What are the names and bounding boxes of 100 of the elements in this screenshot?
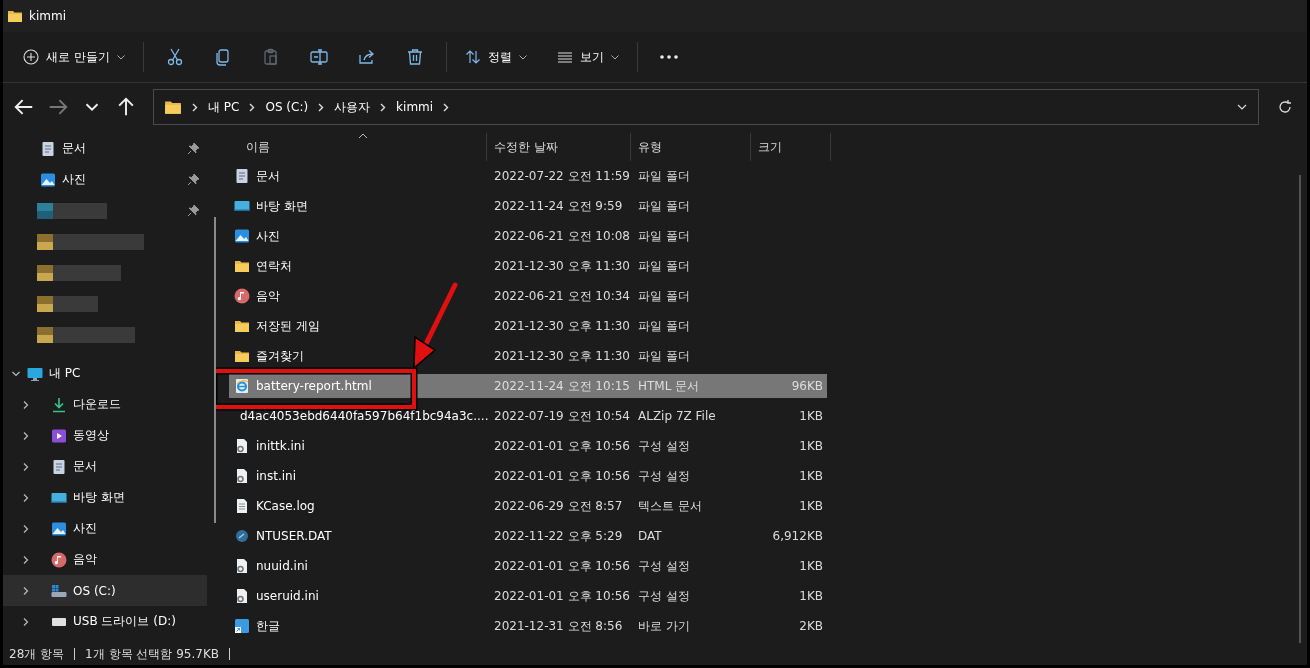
- file-row[interactable]: useruid.ini 2022-01-01 오후 10:56 구성 설정 1KB: [229, 581, 827, 611]
- file-name: NTUSER.DAT: [256, 529, 332, 543]
- sidebar-item[interactable]: 사진: [3, 513, 207, 544]
- blurred-item[interactable]: [37, 202, 107, 219]
- chevron-icon[interactable]: [249, 102, 256, 112]
- size-cell-text: 1KB: [798, 559, 824, 573]
- delete-icon[interactable]: [405, 48, 424, 66]
- sort-button[interactable]: 정렬: [458, 42, 533, 72]
- file-row[interactable]: nuuid.ini 2022-01-01 오후 10:56 구성 설정 1KB: [229, 551, 827, 581]
- expand-chevron-icon[interactable]: [21, 554, 31, 565]
- sidebar-item[interactable]: 내 PC: [3, 358, 207, 389]
- sidebar-item[interactable]: 동영상: [3, 420, 207, 451]
- more-icon[interactable]: [659, 55, 678, 59]
- scrollbar[interactable]: [214, 217, 216, 523]
- file-row[interactable]: inittk.ini 2022-01-01 오후 10:56 구성 설정 1KB: [229, 431, 827, 461]
- file-row[interactable]: inst.ini 2022-01-01 오후 10:56 구성 설정 1KB: [229, 461, 827, 491]
- sidebar-item[interactable]: 문서: [3, 133, 207, 164]
- document-icon: [40, 140, 56, 157]
- sidebar-item[interactable]: USB 드라이브 (D:): [3, 606, 207, 637]
- blurred-item[interactable]: [37, 233, 144, 250]
- breadcrumb-item[interactable]: 내 PC: [208, 98, 240, 116]
- file-row[interactable]: KCase.log 2022-06-29 오전 8:57 텍스트 문서 1KB: [229, 491, 827, 521]
- expand-chevron-icon[interactable]: [21, 430, 31, 441]
- share-icon[interactable]: [357, 48, 376, 66]
- column-header[interactable]: 유형: [631, 133, 751, 161]
- type-cell-text: 파일 폴더: [637, 317, 691, 335]
- expand-chevron-icon[interactable]: [21, 461, 31, 472]
- folder-icon: [234, 348, 250, 364]
- pin-icon[interactable]: [188, 205, 199, 216]
- sidebar-item[interactable]: 사진: [3, 164, 207, 195]
- sidebar-item[interactable]: OS (C:): [3, 575, 207, 606]
- file-name: 한글: [256, 617, 280, 635]
- type-cell-text: HTML 문서: [637, 377, 701, 395]
- new-button[interactable]: 새로 만들기: [17, 42, 131, 72]
- size-cell-text: 6,912KB: [771, 529, 824, 543]
- caret-icon: [116, 54, 125, 60]
- refresh-icon[interactable]: [1277, 99, 1293, 115]
- date-cell-text: 2022-11-24 오전 10:15: [493, 377, 631, 395]
- file-row[interactable]: 즐겨찾기 2021-12-30 오후 11:30 파일 폴더: [229, 341, 827, 371]
- date-cell-text: 2021-12-30 오후 11:30: [493, 317, 631, 335]
- breadcrumb-item[interactable]: OS (C:): [265, 100, 309, 114]
- file-row[interactable]: 바탕 화면 2022-11-24 오전 9:59 파일 폴더: [229, 191, 827, 221]
- expand-chevron-icon[interactable]: [21, 523, 31, 534]
- type-cell-text: 구성 설정: [637, 467, 691, 485]
- date-cell-text: 2022-11-22 오후 5:29: [493, 527, 624, 545]
- chevron-icon[interactable]: [443, 102, 450, 112]
- picture-icon: [40, 171, 56, 188]
- size-cell-text: 2KB: [798, 619, 824, 633]
- rename-icon[interactable]: [309, 48, 328, 66]
- copy-icon[interactable]: [213, 48, 232, 66]
- cut-icon[interactable]: [165, 48, 184, 66]
- date-cell-text: 2022-07-19 오전 10:54: [493, 407, 631, 425]
- sidebar-item[interactable]: 바탕 화면: [3, 482, 207, 513]
- music-icon: [51, 551, 67, 568]
- file-row[interactable]: 연락처 2021-12-30 오후 11:30 파일 폴더: [229, 251, 827, 281]
- chevron-icon[interactable]: [380, 102, 387, 112]
- column-header[interactable]: 수정한 날짜: [487, 133, 631, 161]
- column-header[interactable]: 이름: [229, 133, 487, 161]
- file-name: 문서: [256, 167, 280, 185]
- file-row[interactable]: NTUSER.DAT 2022-11-22 오후 5:29 DAT 6,912KB: [229, 521, 827, 551]
- column-header[interactable]: 크기: [751, 133, 831, 161]
- file-row[interactable]: d4ac4053ebd6440fa597b64f1bc94a3c.... 2022-07-19 오전 10:54 ALZip 7Z File 1KB: [229, 401, 827, 431]
- date-cell-text: 2021-12-31 오전 8:56: [493, 617, 624, 635]
- expand-chevron-icon[interactable]: [21, 616, 31, 627]
- text-file-icon: [234, 498, 250, 514]
- blurred-item[interactable]: [37, 326, 135, 343]
- date-cell-text: 2022-07-22 오전 11:59: [493, 167, 631, 185]
- file-row[interactable]: 한글 2021-12-31 오전 8:56 바로 가기 2KB: [229, 611, 827, 641]
- expand-chevron-icon[interactable]: [21, 585, 31, 596]
- sidebar-item[interactable]: 음악: [3, 544, 207, 575]
- plus-icon: [23, 49, 39, 65]
- file-row[interactable]: 사진 2022-06-21 오전 10:08 파일 폴더: [229, 221, 827, 251]
- blurred-item[interactable]: [37, 264, 121, 281]
- breadcrumb-item[interactable]: 사용자: [334, 98, 371, 116]
- chevron-icon[interactable]: [318, 102, 325, 112]
- file-name: inst.ini: [256, 469, 296, 483]
- date-cell-text: 2022-01-01 오후 10:56: [493, 557, 631, 575]
- file-name: 음악: [256, 287, 280, 305]
- pin-icon[interactable]: [188, 143, 199, 154]
- address-bar[interactable]: 내 PC OS (C:) 사용자 kimmi: [153, 89, 1259, 125]
- expand-chevron-icon[interactable]: [21, 492, 31, 503]
- desktop-icon: [234, 198, 250, 214]
- blurred-item[interactable]: [37, 295, 98, 312]
- folder-icon: [234, 258, 250, 274]
- file-row[interactable]: 문서 2022-07-22 오전 11:59 파일 폴더: [229, 161, 827, 191]
- file-row[interactable]: 저장된 게임 2021-12-30 오후 11:30 파일 폴더: [229, 311, 827, 341]
- scrollbar[interactable]: [1299, 175, 1301, 643]
- expand-chevron-icon[interactable]: [21, 399, 31, 410]
- view-button[interactable]: 보기: [550, 42, 625, 72]
- date-cell-text: 2022-06-21 오전 10:08: [493, 227, 631, 245]
- file-row[interactable]: battery-report.html 2022-11-24 오전 10:15 HTML 문서 96KB: [229, 371, 827, 401]
- status-text: 1개 항목 선택함 95.7KB: [85, 645, 219, 663]
- sidebar-item[interactable]: 문서: [3, 451, 207, 482]
- date-cell-text: 2022-01-01 오후 10:56: [493, 587, 631, 605]
- chevron-icon[interactable]: [192, 102, 198, 112]
- date-cell-text: 2021-12-30 오후 11:30: [493, 257, 631, 275]
- pin-icon[interactable]: [188, 174, 199, 185]
- breadcrumb-item[interactable]: kimmi: [396, 100, 434, 114]
- file-row[interactable]: 음악 2022-06-21 오전 10:34 파일 폴더: [229, 281, 827, 311]
- sidebar-item[interactable]: 다운로드: [3, 389, 207, 420]
